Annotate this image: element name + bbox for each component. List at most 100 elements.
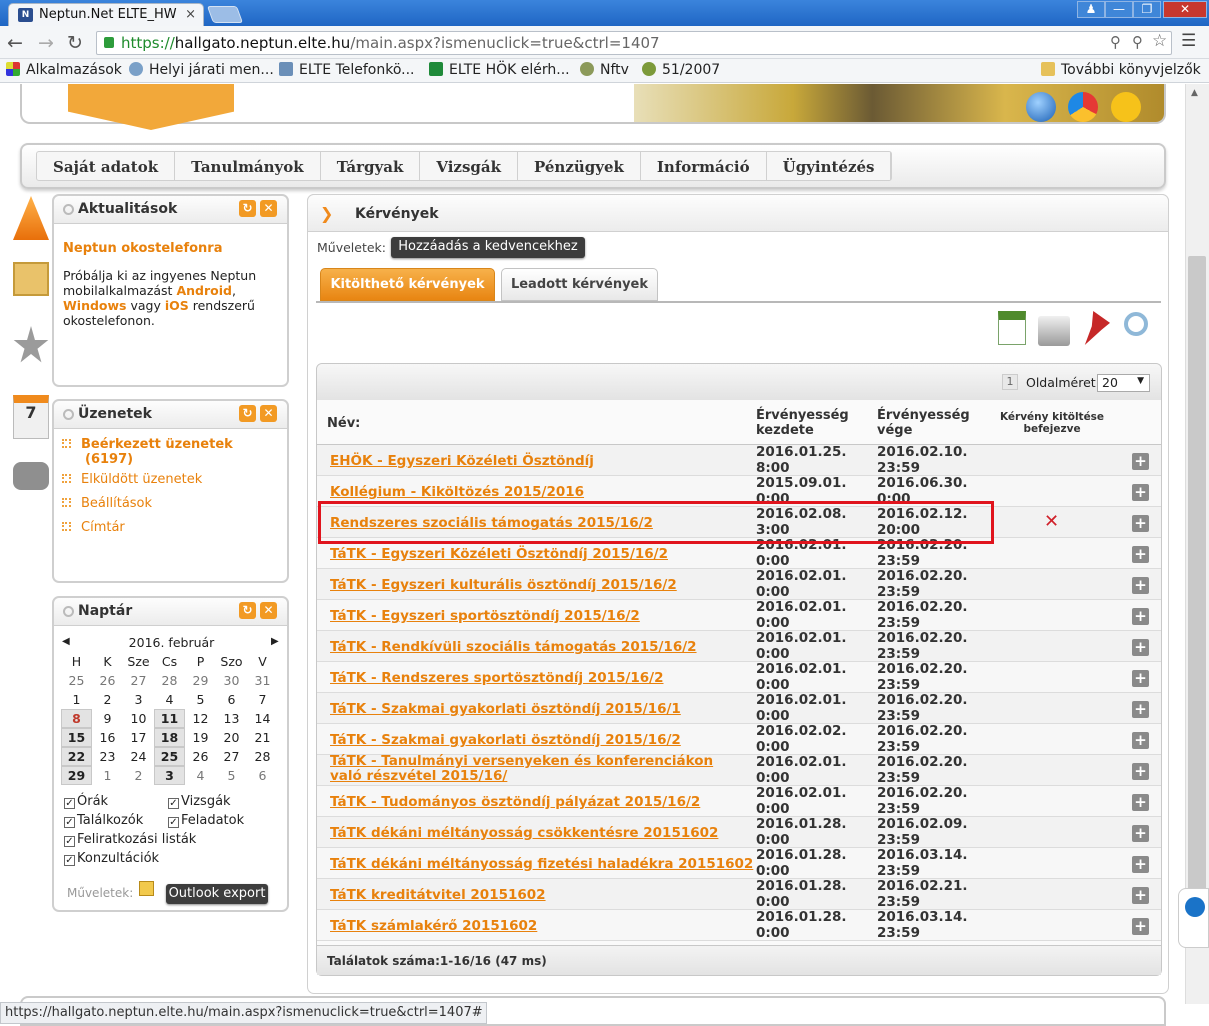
calendar-day-event[interactable]: 15 <box>61 728 92 747</box>
calendar-day[interactable]: 14 <box>247 709 278 728</box>
col-end-header[interactable]: Érvényesség vége <box>877 408 977 438</box>
calendar-day[interactable]: 4 <box>185 766 216 785</box>
sent-link[interactable]: Elküldött üzenetek <box>62 472 202 487</box>
calendar-day[interactable]: 24 <box>123 747 154 766</box>
menu-informacio[interactable]: Információ <box>641 152 767 180</box>
expand-plus-icon[interactable]: + <box>1132 918 1149 935</box>
tab-submitted-requests[interactable]: Leadott kérvények <box>501 268 658 301</box>
globe-icon[interactable] <box>1026 92 1056 122</box>
calendar-day[interactable]: 23 <box>92 747 123 766</box>
bookmark-51-2007[interactable]: 51/2007 <box>642 62 720 78</box>
expand-plus-icon[interactable]: + <box>1132 453 1149 470</box>
xls-export-icon[interactable] <box>998 311 1026 345</box>
tab-fillable-requests[interactable]: Kitölthető kérvények <box>320 268 495 301</box>
menu-vizsgak[interactable]: Vizsgák <box>420 152 518 180</box>
request-link[interactable]: EHÖK - Egyszeri Közéleti Ösztöndíj <box>330 453 594 469</box>
calendar-day[interactable]: 7 <box>247 690 278 709</box>
calendar-day[interactable]: 1 <box>92 766 123 785</box>
calendar-day[interactable]: 2 <box>92 690 123 709</box>
request-link[interactable]: TáTK - Rendszeres sportösztöndíj 2015/16… <box>330 670 664 686</box>
calendar-day[interactable]: 4 <box>154 690 185 709</box>
expand-plus-icon[interactable]: + <box>1132 856 1149 873</box>
bookmark-other[interactable]: További könyvjelzők <box>1041 62 1201 78</box>
expand-plus-icon[interactable]: + <box>1132 546 1149 563</box>
chat-icon[interactable] <box>13 462 49 490</box>
restore-button[interactable]: ❐ <box>1133 1 1161 18</box>
checkbox-feladatok[interactable]: ✓ Feladatok <box>168 813 244 828</box>
calendar-day[interactable]: 17 <box>123 728 154 747</box>
calendar-day[interactable]: 27 <box>216 747 247 766</box>
expand-plus-icon[interactable]: + <box>1132 701 1149 718</box>
page-number[interactable]: 1 <box>1002 374 1018 390</box>
col-done-header[interactable]: Kérvény kitöltése befejezve <box>998 411 1106 435</box>
expand-plus-icon[interactable]: + <box>1132 794 1149 811</box>
request-link[interactable]: TáTK - Tanulmányi versenyeken és konfere… <box>330 754 730 784</box>
calendar-day[interactable]: 20 <box>216 728 247 747</box>
request-link[interactable]: TáTK kreditátvitel 20151602 <box>330 887 546 903</box>
forward-arrow-icon[interactable]: → <box>35 32 57 54</box>
expand-plus-icon[interactable]: + <box>1132 608 1149 625</box>
star-icon[interactable]: ☆ <box>1152 31 1167 51</box>
calendar-day[interactable]: 30 <box>216 671 247 690</box>
address-bar[interactable]: https://hallgato.neptun.elte.hu/main.asp… <box>96 31 1172 55</box>
calendar-day-event[interactable]: 22 <box>61 747 92 766</box>
menu-sajat-adatok[interactable]: Saját adatok <box>37 152 176 180</box>
pin-icon[interactable]: ⚲ <box>1132 33 1143 51</box>
expand-plus-icon[interactable]: + <box>1132 763 1149 780</box>
calendar-day[interactable]: 5 <box>216 766 247 785</box>
calendar-action-icon[interactable] <box>139 881 154 896</box>
checkbox-orak[interactable]: ✓ Órák <box>64 794 108 809</box>
add-to-favorites-button[interactable]: Hozzáadás a kedvencekhez <box>391 237 585 258</box>
calendar-day[interactable]: 2 <box>123 766 154 785</box>
expand-plus-icon[interactable]: + <box>1132 825 1149 842</box>
expand-plus-icon[interactable]: + <box>1132 670 1149 687</box>
calendar-day[interactable]: 13 <box>216 709 247 728</box>
calendar-day[interactable]: 9 <box>92 709 123 728</box>
request-link[interactable]: TáTK - Egyszeri kulturális ösztöndíj 201… <box>330 577 677 593</box>
bookmark-helyi[interactable]: Helyi járati men... <box>129 62 274 78</box>
close-icon[interactable]: ✕ <box>260 405 277 422</box>
menu-icon[interactable]: ☰ <box>1181 31 1196 51</box>
windows-link[interactable]: Windows <box>63 298 127 313</box>
request-link[interactable]: TáTK - Egyszeri sportösztöndíj 2015/16/2 <box>330 608 640 624</box>
back-arrow-icon[interactable]: ← <box>4 32 26 54</box>
calendar-day[interactable]: 29 <box>185 671 216 690</box>
request-link[interactable]: TáTK - Tudományos ösztöndíj pályázat 201… <box>330 794 700 810</box>
calendar-day[interactable]: 12 <box>185 709 216 728</box>
settings-link[interactable]: Beállítások <box>62 496 152 511</box>
calendar-day-event[interactable]: 18 <box>154 728 185 747</box>
reload-icon[interactable]: ↻ <box>64 32 86 54</box>
new-tab-button[interactable] <box>206 6 244 23</box>
checkbox-vizsgak[interactable]: ✓ Vizsgák <box>168 794 231 809</box>
calendar-day[interactable]: 3 <box>123 690 154 709</box>
bookmark-nftv[interactable]: Nftv <box>580 62 629 78</box>
tab-close-icon[interactable]: × <box>185 7 196 22</box>
refresh-icon[interactable]: ↻ <box>239 602 256 619</box>
addressbook-link[interactable]: Címtár <box>62 520 125 535</box>
request-link[interactable]: Kollégium - Kiköltözés 2015/2016 <box>330 484 584 500</box>
request-link[interactable]: TáTK számlakérő 20151602 <box>330 918 537 934</box>
menu-targyak[interactable]: Tárgyak <box>321 152 421 180</box>
accessibility-icon[interactable] <box>1111 92 1141 122</box>
zoom-icon[interactable]: ⚲ <box>1110 33 1121 51</box>
col-start-header[interactable]: Érvényesség kezdete <box>756 408 856 438</box>
minimize-button[interactable]: — <box>1105 1 1133 18</box>
bookmark-apps[interactable]: Alkalmazások <box>6 62 122 78</box>
envelope-icon[interactable] <box>13 262 49 296</box>
expand-plus-icon[interactable]: + <box>1132 484 1149 501</box>
menu-penzugyek[interactable]: Pénzügyek <box>518 152 641 180</box>
calendar-day-event[interactable]: 25 <box>154 747 185 766</box>
window-close-button[interactable]: ✕ <box>1163 1 1207 18</box>
request-link[interactable]: TáTK - Szakmai gyakorlati ösztöndíj 2015… <box>330 701 681 717</box>
scrollbar-thumb[interactable] <box>1188 256 1206 890</box>
expand-plus-icon[interactable]: + <box>1132 887 1149 904</box>
calendar-day[interactable]: 31 <box>247 671 278 690</box>
next-month-icon[interactable]: ▶ <box>271 636 279 647</box>
teamviewer-widget[interactable] <box>1178 888 1209 948</box>
request-link[interactable]: TáTK - Rendkívüli szociális támogatás 20… <box>330 639 697 655</box>
calendar-day[interactable]: 26 <box>92 671 123 690</box>
bookmark-elte-hok[interactable]: ELTE HÖK elérh... <box>429 62 570 78</box>
news-heading[interactable]: Neptun okostelefonra <box>63 241 222 256</box>
expand-plus-icon[interactable]: + <box>1132 515 1149 532</box>
outlook-export-button[interactable]: Outlook export <box>166 884 268 904</box>
